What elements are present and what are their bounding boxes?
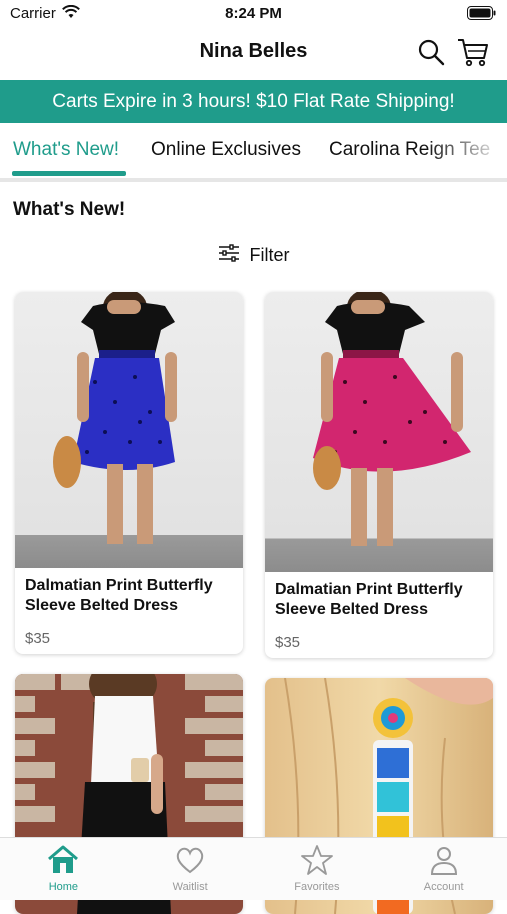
product-name: Dalmatian Print Butterfly Sleeve Belted … <box>275 581 463 618</box>
tab-online-exclusives[interactable]: Online Exclusives <box>151 139 301 161</box>
tab-favorites-label: Favorites <box>294 881 340 893</box>
heart-icon <box>174 844 206 879</box>
product-price: $35 <box>275 634 301 651</box>
search-icon[interactable] <box>417 38 445 71</box>
product-image <box>15 292 243 568</box>
section-title: What's New! <box>13 199 126 220</box>
product-name: Dalmatian Print Butterfly Sleeve Belted … <box>25 577 213 614</box>
tab-waitlist[interactable]: Waitlist <box>127 838 254 900</box>
star-icon <box>300 844 333 879</box>
promo-banner: Carts Expire in 3 hours! $10 Flat Rate S… <box>0 80 507 123</box>
status-bar: Carrier 8:24 PM <box>0 0 507 28</box>
person-icon <box>428 844 460 879</box>
app-header: Nina Belles <box>0 28 507 78</box>
tab-home-label: Home <box>48 881 79 893</box>
tab-waitlist-label: Waitlist <box>172 881 208 893</box>
active-tab-indicator <box>12 171 126 176</box>
tab-account-label: Account <box>423 881 464 893</box>
cart-icon[interactable] <box>457 36 489 73</box>
category-tabs: What's New! Online Exclusives Carolina R… <box>0 123 507 178</box>
filter-sliders-icon <box>218 244 240 267</box>
product-card[interactable]: Dalmatian Print Butterfly Sleeve Belted … <box>265 292 493 658</box>
product-card[interactable]: Dalmatian Print Butterfly Sleeve Belted … <box>15 292 243 654</box>
promo-banner-text: Carts Expire in 3 hours! $10 Flat Rate S… <box>52 90 455 112</box>
tabs-divider <box>0 178 507 182</box>
tab-carolina-reign-tee[interactable]: Carolina Reign Tee <box>329 139 490 161</box>
home-icon <box>46 844 80 879</box>
tab-whats-new[interactable]: What's New! <box>13 139 119 161</box>
clock: 8:24 PM <box>225 5 282 22</box>
product-image <box>265 292 493 572</box>
tab-home[interactable]: Home <box>0 838 127 900</box>
filter-button[interactable]: Filter <box>0 244 507 267</box>
filter-label: Filter <box>249 245 290 265</box>
tab-favorites[interactable]: Favorites <box>254 838 381 900</box>
tab-account[interactable]: Account <box>380 838 507 900</box>
product-price: $35 <box>25 630 51 647</box>
battery-icon <box>467 6 497 25</box>
bottom-tab-bar: Home Waitlist Favorites Account <box>0 837 507 900</box>
